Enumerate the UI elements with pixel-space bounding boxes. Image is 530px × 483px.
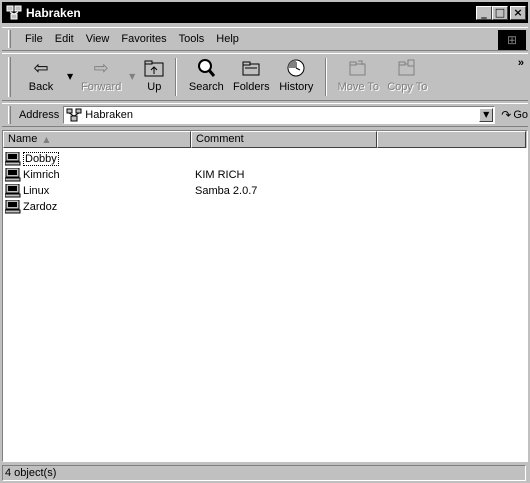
history-button[interactable]: History	[273, 54, 319, 98]
menu-help-label: Help	[216, 33, 239, 45]
menu-favorites-label: Favorites	[121, 33, 167, 45]
column-header-comment[interactable]: Comment	[191, 131, 377, 148]
standard-toolbar: ⇦ Back ▼ ⇨ Forward ▼ Up Search Folders H…	[2, 53, 528, 101]
menu-file[interactable]: File	[19, 33, 49, 45]
close-button[interactable]: ×	[510, 5, 526, 20]
history-icon	[284, 57, 308, 79]
forward-label: Forward	[80, 81, 122, 93]
go-arrow-icon: ↷	[501, 108, 512, 122]
address-label: Address	[18, 109, 60, 121]
toolbar-separator	[325, 58, 328, 96]
address-input[interactable]: Habraken ▼	[63, 106, 496, 124]
menu-edit[interactable]: Edit	[49, 33, 80, 45]
back-button[interactable]: ⇦ Back	[19, 54, 63, 98]
go-label: Go	[513, 109, 528, 121]
move-to-label: Move To	[337, 81, 379, 93]
computer-icon	[4, 199, 21, 214]
menu-tools-label: Tools	[178, 33, 205, 45]
minimize-button[interactable]: _	[476, 5, 492, 20]
list-item[interactable]: Zardoz	[3, 199, 527, 215]
menu-view[interactable]: View	[80, 33, 116, 45]
toolbar-overflow-icon[interactable]: »	[518, 57, 524, 69]
folders-icon	[239, 57, 263, 79]
column-comment-label: Comment	[196, 133, 244, 145]
workgroup-icon	[66, 108, 82, 122]
item-name: Linux	[23, 185, 50, 197]
menu-tools[interactable]: Tools	[173, 33, 211, 45]
back-arrow-icon: ⇦	[33, 57, 49, 79]
folders-label: Folders	[232, 81, 270, 93]
list-item[interactable]: Dobby	[3, 151, 527, 167]
history-label: History	[279, 81, 314, 93]
item-comment: KIM RICH	[195, 169, 245, 181]
menu-bar: File Edit View Favorites Tools Help ⊞	[2, 27, 528, 51]
back-dropdown-icon[interactable]: ▼	[67, 72, 73, 81]
search-label: Search	[188, 81, 224, 93]
workgroup-icon	[6, 5, 22, 21]
toolbar-grip[interactable]	[8, 57, 11, 97]
forward-button[interactable]: ⇨ Forward	[77, 54, 125, 98]
address-bar: Address Habraken ▼ ↷ Go	[2, 103, 528, 127]
title-bar[interactable]: Habraken _ □ ×	[2, 2, 528, 23]
forward-dropdown-icon[interactable]: ▼	[129, 72, 135, 81]
column-header-filler	[377, 131, 526, 148]
item-name: Kimrich	[23, 169, 60, 181]
menu-help[interactable]: Help	[210, 33, 245, 45]
window-title: Habraken	[26, 5, 81, 20]
copy-to-label: Copy To	[387, 81, 428, 93]
back-label: Back	[28, 81, 54, 93]
computer-icon	[4, 151, 21, 166]
maximize-button[interactable]: □	[492, 5, 508, 20]
move-to-icon	[346, 57, 370, 79]
item-comment: Samba 2.0.7	[195, 185, 258, 197]
menu-view-label: View	[85, 33, 110, 45]
explorer-window: Habraken _ □ × File Edit View Favorites …	[0, 0, 530, 483]
item-name: Dobby	[23, 152, 59, 166]
menu-file-label: File	[25, 33, 43, 45]
status-bar: 4 object(s)	[2, 464, 528, 482]
address-dropdown-icon[interactable]: ▼	[479, 108, 494, 122]
list-item[interactable]: Linux Samba 2.0.7	[3, 183, 527, 199]
column-header-name[interactable]: Name ▲	[3, 131, 191, 148]
folders-button[interactable]: Folders	[229, 54, 273, 98]
toolbar-separator	[175, 58, 178, 96]
forward-arrow-icon: ⇨	[93, 57, 109, 79]
computer-icon	[4, 167, 21, 182]
search-button[interactable]: Search	[183, 54, 229, 98]
address-value: Habraken	[85, 109, 133, 121]
list-rows: Dobby Kimrich KIM RICH Linux Samba 2.0.7…	[3, 148, 527, 215]
file-list[interactable]: Name ▲ Comment Dobby Kimrich KIM RICH Li…	[2, 130, 528, 462]
menu-favorites[interactable]: Favorites	[115, 33, 172, 45]
item-name: Zardoz	[23, 201, 58, 213]
column-name-label: Name	[8, 133, 38, 145]
column-headers: Name ▲ Comment	[3, 131, 527, 148]
go-button[interactable]: ↷ Go	[501, 108, 528, 122]
status-text: 4 object(s)	[2, 465, 526, 481]
up-label: Up	[147, 81, 162, 93]
sort-ascending-icon: ▲	[43, 135, 50, 144]
address-grip[interactable]	[8, 106, 11, 124]
up-folder-icon	[142, 57, 166, 79]
windows-logo-icon: ⊞	[498, 30, 526, 50]
menu-grip[interactable]	[8, 30, 11, 48]
move-to-button[interactable]: Move To	[333, 54, 383, 98]
search-icon	[194, 57, 218, 79]
copy-to-icon	[395, 57, 419, 79]
menu-edit-label: Edit	[54, 33, 74, 45]
up-button[interactable]: Up	[139, 54, 169, 98]
copy-to-button[interactable]: Copy To	[383, 54, 431, 98]
computer-icon	[4, 183, 21, 198]
list-item[interactable]: Kimrich KIM RICH	[3, 167, 527, 183]
